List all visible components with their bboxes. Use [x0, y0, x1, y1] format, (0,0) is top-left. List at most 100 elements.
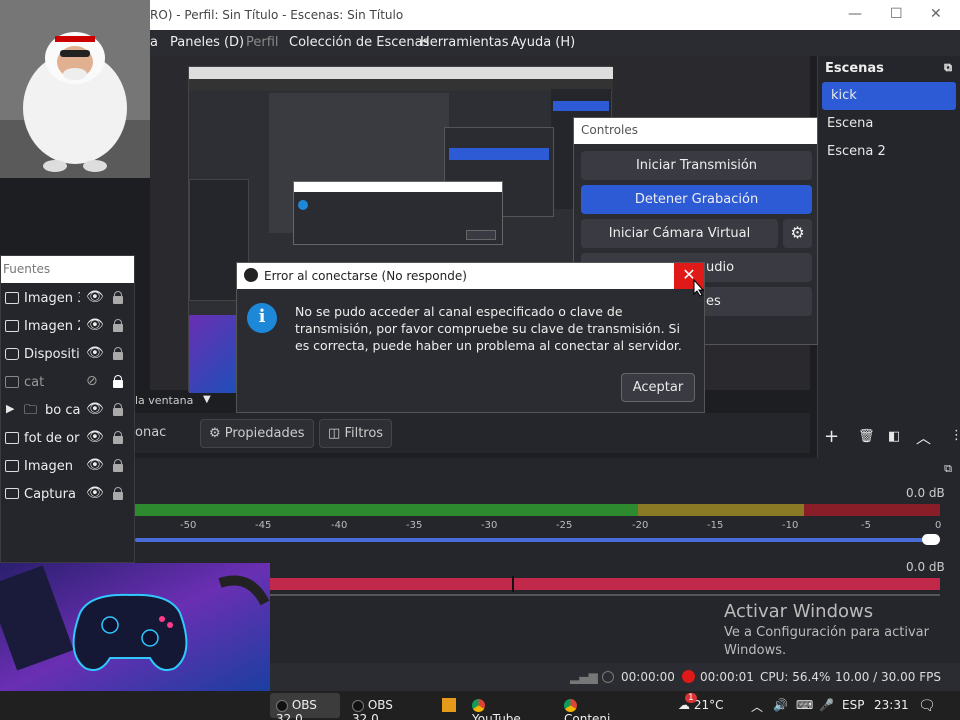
- volume-handle-1[interactable]: [922, 534, 940, 545]
- source-label: Imagen: [24, 459, 73, 474]
- menu-item-herramientas[interactable]: Herramientas: [420, 35, 509, 50]
- source-item-hidden[interactable]: cat ⊘: [1, 369, 134, 397]
- more-icon[interactable]: ⋮: [950, 428, 960, 443]
- sources-header: Fuentes: [1, 256, 134, 283]
- taskbar-app-obs-2[interactable]: OBS 32.0...: [346, 693, 428, 720]
- window-selector[interactable]: la ventana ▼: [135, 393, 215, 411]
- taskbar-app-game[interactable]: [436, 693, 460, 718]
- properties-button[interactable]: ⚙ Propiedades: [200, 419, 314, 448]
- eye-icon[interactable]: 👁: [86, 429, 104, 445]
- volume-slider-1[interactable]: [135, 538, 935, 542]
- nested-dialog-title: [294, 182, 502, 192]
- source-label: cat: [24, 375, 45, 390]
- taskbar-app-youtube[interactable]: YouTube...: [466, 693, 552, 720]
- db-level-2: 0.0 dB: [906, 560, 945, 574]
- signal-icon: ▂▄▆: [570, 670, 598, 684]
- source-label: Captura de: [24, 487, 80, 502]
- lock-icon[interactable]: [112, 319, 123, 332]
- source-item[interactable]: Dispositivo 👁: [1, 341, 134, 369]
- tick-label: -35: [406, 520, 423, 531]
- lock-icon[interactable]: [112, 347, 123, 360]
- scene-item-escena[interactable]: Escena: [818, 110, 960, 138]
- language-indicator[interactable]: ESP: [836, 693, 870, 718]
- undock-icon[interactable]: ⧉: [944, 61, 952, 75]
- camera-icon: [5, 348, 19, 360]
- scene-item-escena-2[interactable]: Escena 2: [818, 138, 960, 166]
- minimize-icon[interactable]: —: [848, 6, 862, 22]
- virtual-camera-button[interactable]: Iniciar Cámara Virtual: [581, 219, 778, 248]
- error-dialog: Error al conectarse (No responde) ✕ i No…: [236, 262, 705, 413]
- chevron-down-icon[interactable]: ▼: [203, 394, 211, 405]
- eye-icon[interactable]: 👁: [86, 345, 104, 361]
- undock-icon[interactable]: ⧉: [944, 462, 952, 476]
- clock[interactable]: 23:31: [868, 693, 915, 718]
- trash-icon[interactable]: 🗑: [858, 429, 875, 444]
- gear-icon: ⚙: [209, 426, 221, 441]
- lock-icon[interactable]: [112, 375, 123, 388]
- filters-label: Filtros: [344, 426, 384, 441]
- character-image: [0, 0, 150, 178]
- source-label: bo cayo: [45, 403, 80, 418]
- filters-button[interactable]: ◫ Filtros: [319, 419, 393, 448]
- taskbar-app-content[interactable]: Conteni...: [558, 693, 640, 720]
- close-window-icon[interactable]: ✕: [930, 6, 942, 22]
- lock-icon[interactable]: [112, 431, 123, 444]
- properties-bar: onac ⚙ Propiedades ◫ Filtros: [135, 413, 810, 453]
- lock-icon[interactable]: [112, 291, 123, 304]
- source-name-label: onac: [135, 425, 167, 440]
- meter-ticks: -50 -45 -40 -35 -30 -25 -20 -15 -10 -5 0: [135, 516, 941, 534]
- source-item[interactable]: Imagen 👁: [1, 453, 134, 481]
- taskbar-app-label: Conteni...: [564, 712, 622, 720]
- filter-icon[interactable]: ◧: [888, 429, 900, 444]
- eye-icon[interactable]: 👁: [86, 401, 104, 417]
- scenes-title: Escenas: [825, 61, 884, 76]
- eye-hidden-icon[interactable]: ⊘: [86, 373, 98, 389]
- menu-item[interactable]: a: [150, 35, 158, 50]
- tick-label: -20: [632, 520, 649, 531]
- eye-icon[interactable]: 👁: [86, 485, 104, 501]
- weather-temp: 21°C: [693, 698, 724, 712]
- source-group[interactable]: ▶ 🗀 bo cayo 👁: [1, 397, 134, 425]
- menu-item-perfil[interactable]: Perfil: [246, 35, 279, 50]
- lock-icon[interactable]: [112, 487, 123, 500]
- tick-label: -40: [331, 520, 348, 531]
- source-item[interactable]: Imagen 3 👁: [1, 285, 134, 313]
- add-icon[interactable]: +: [824, 426, 839, 447]
- db-level-1: 0.0 dB: [906, 486, 945, 500]
- fps-counter: 10.00 / 30.00 FPS: [835, 670, 941, 684]
- chevron-up-icon[interactable]: ︿: [745, 693, 769, 718]
- chrome-icon: [472, 699, 485, 712]
- volume-slider-2[interactable]: [270, 594, 940, 596]
- taskbar: OBS 32.0... OBS 32.0... YouTube... Conte…: [0, 691, 960, 720]
- ok-button[interactable]: Aceptar: [621, 373, 695, 402]
- eye-icon[interactable]: 👁: [86, 289, 104, 305]
- tick-label: -25: [556, 520, 573, 531]
- eye-icon[interactable]: 👁: [86, 317, 104, 333]
- taskbar-app-obs-1[interactable]: OBS 32.0...: [270, 693, 340, 720]
- weather-widget[interactable]: ☁ 21°C 1: [672, 693, 734, 718]
- status-bar: ▂▄▆ 00:00:00 00:00:01 CPU: 56.4% 10.00 /…: [270, 663, 960, 691]
- gear-icon[interactable]: ⚙: [783, 219, 812, 248]
- lock-icon[interactable]: [112, 403, 123, 416]
- scene-item-kick[interactable]: kick: [822, 82, 956, 110]
- image-icon: [5, 376, 19, 388]
- tick-label: -5: [861, 520, 871, 531]
- source-item[interactable]: Captura de 👁: [1, 481, 134, 509]
- eye-icon[interactable]: 👁: [86, 457, 104, 473]
- maximize-icon[interactable]: ☐: [890, 6, 903, 22]
- notification-icon[interactable]: 🗨: [912, 693, 942, 718]
- notification-badge: 1: [685, 693, 697, 703]
- menu-item-coleccion[interactable]: Colección de Escenas: [289, 35, 429, 50]
- dialog-message: No se pudo acceder al canal especificado…: [295, 304, 682, 353]
- stop-recording-button[interactable]: Detener Grabación: [581, 185, 812, 214]
- activate-windows-title: Activar Windows: [724, 601, 874, 622]
- nested-error-dialog: [293, 181, 503, 245]
- chevron-up-icon[interactable]: ︿: [916, 427, 931, 448]
- menu-item-ayuda[interactable]: Ayuda (H): [511, 35, 575, 50]
- menu-item-paneles[interactable]: Paneles (D): [170, 35, 244, 50]
- lock-icon[interactable]: [112, 459, 123, 472]
- chevron-right-icon[interactable]: ▶: [6, 402, 14, 415]
- source-item[interactable]: fot de ora 👁: [1, 425, 134, 453]
- source-item[interactable]: Imagen 2 👁: [1, 313, 134, 341]
- start-stream-button[interactable]: Iniciar Transmisión: [581, 151, 812, 180]
